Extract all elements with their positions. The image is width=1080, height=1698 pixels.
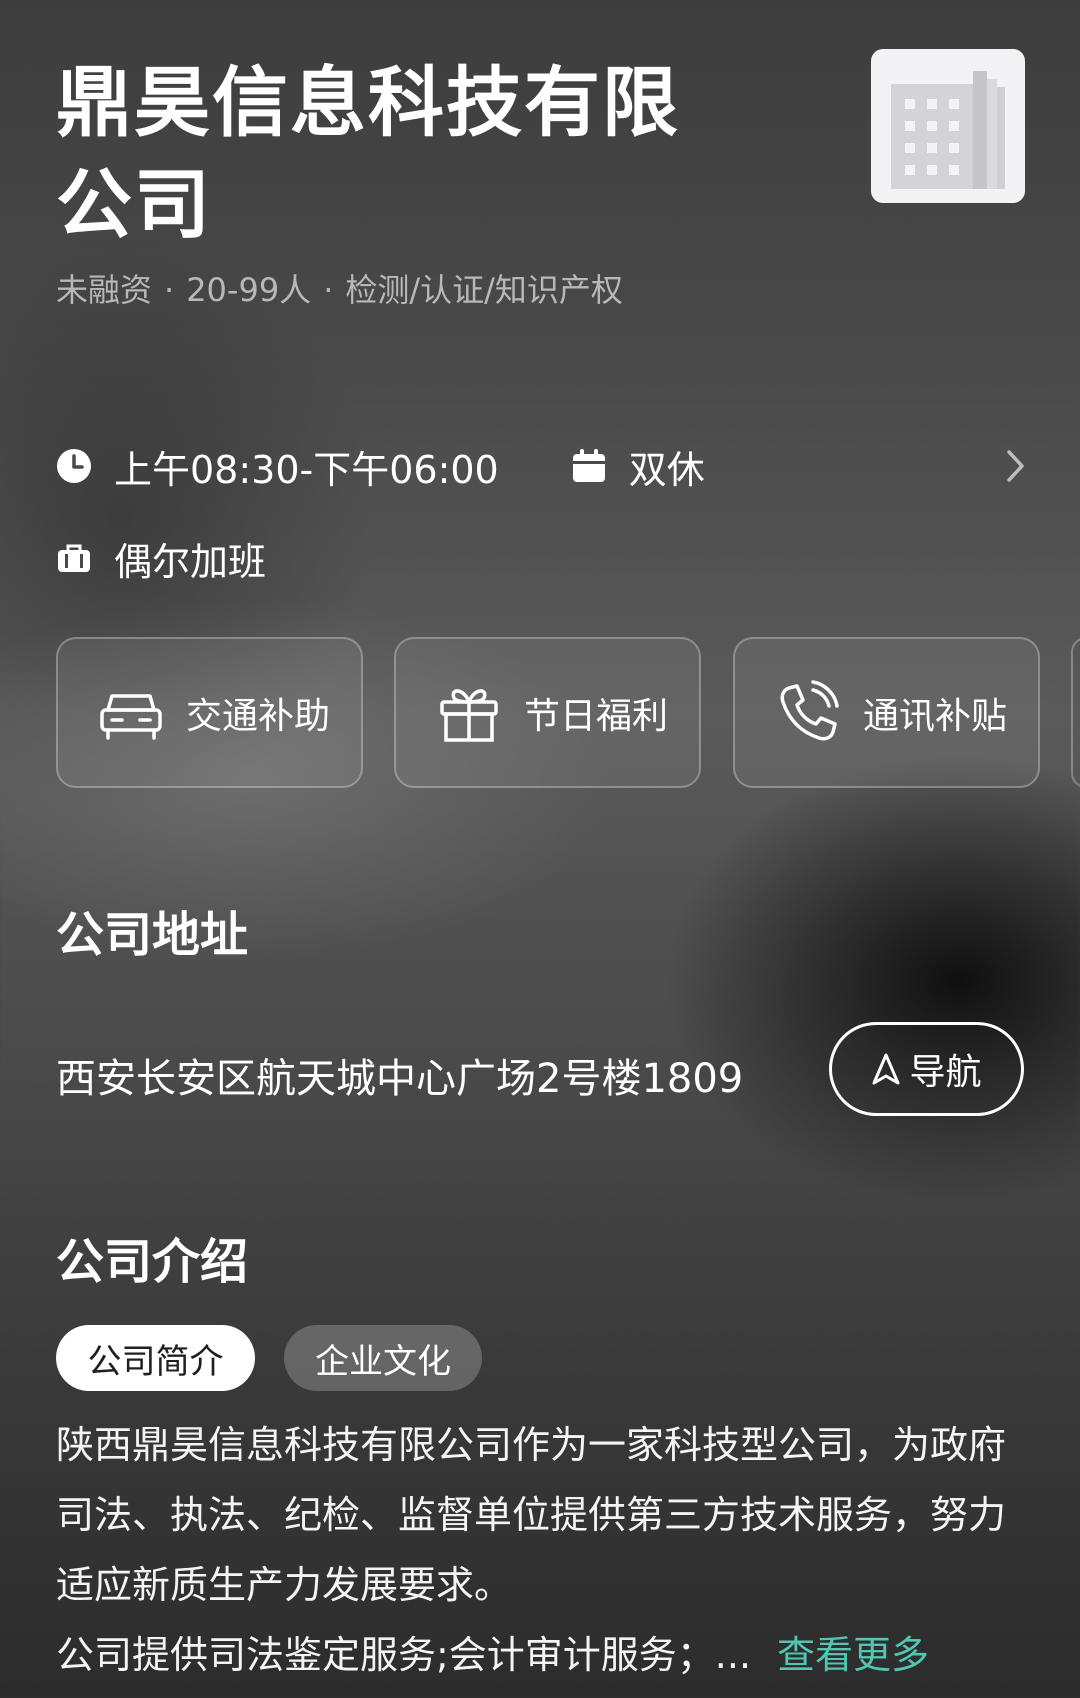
chevron-right-icon[interactable] [1000,448,1030,484]
work-hours: 上午08:30-下午06:00 [114,447,499,492]
company-logo [871,49,1025,203]
overtime: 偶尔加班 [114,539,267,584]
address-section-title: 公司地址 [56,907,249,963]
benefit-label: 交通补助 [186,695,331,737]
financing-stage: 未融资 [56,271,153,309]
navigation-arrow-icon [872,1053,900,1085]
work-hours-row[interactable]: 上午08:30-下午06:00 双休 [56,440,705,492]
navigation-button[interactable]: 导航 [829,1022,1024,1116]
company-name: 鼎昊信息科技有限公司 [56,58,680,249]
intro-paragraph: 陕西鼎昊信息科技有限公司作为一家科技型公司，为政府司法、执法、纪检、监督单位提供… [56,1423,1007,1607]
company-meta: 未融资 · 20-99人 · 检测/认证/知识产权 [56,265,623,311]
tab-company-profile[interactable]: 公司简介 [56,1325,255,1391]
benefit-card-transport[interactable]: 交通补助 [56,637,363,788]
benefit-label: 节日福利 [524,695,669,737]
meta-separator: · [164,271,175,309]
clock-icon [57,449,91,483]
benefit-card-peek[interactable] [1071,637,1080,788]
intro-paragraph-truncated: 公司提供司法鉴定服务;会计审计服务；... [56,1633,752,1677]
navigation-label: 导航 [909,1052,982,1093]
benefit-card-holiday[interactable]: 节日福利 [394,637,701,788]
calendar-icon [572,449,605,482]
gift-icon [440,688,498,742]
overtime-row: 偶尔加班 [56,532,266,584]
meta-separator: · [323,271,334,309]
intro-section-title: 公司介绍 [56,1234,249,1290]
company-address: 西安长安区航天城中心广场2号楼1809 [56,1056,744,1102]
phone-icon [780,679,839,740]
rest-days: 双休 [628,447,705,492]
briefcase-icon [58,544,90,572]
benefit-card-phone[interactable]: 通讯补贴 [733,637,1040,788]
see-more-link[interactable]: 查看更多 [777,1633,929,1677]
car-icon [100,693,162,740]
intro-more-line: 公司提供司法鉴定服务;会计审计服务；... 查看更多 [56,1620,929,1690]
tab-company-culture[interactable]: 企业文化 [284,1325,482,1391]
industry: 检测/认证/知识产权 [345,271,623,309]
benefit-label: 通讯补贴 [863,695,1008,737]
building-icon [891,71,1005,189]
company-size: 20-99人 [186,271,312,309]
